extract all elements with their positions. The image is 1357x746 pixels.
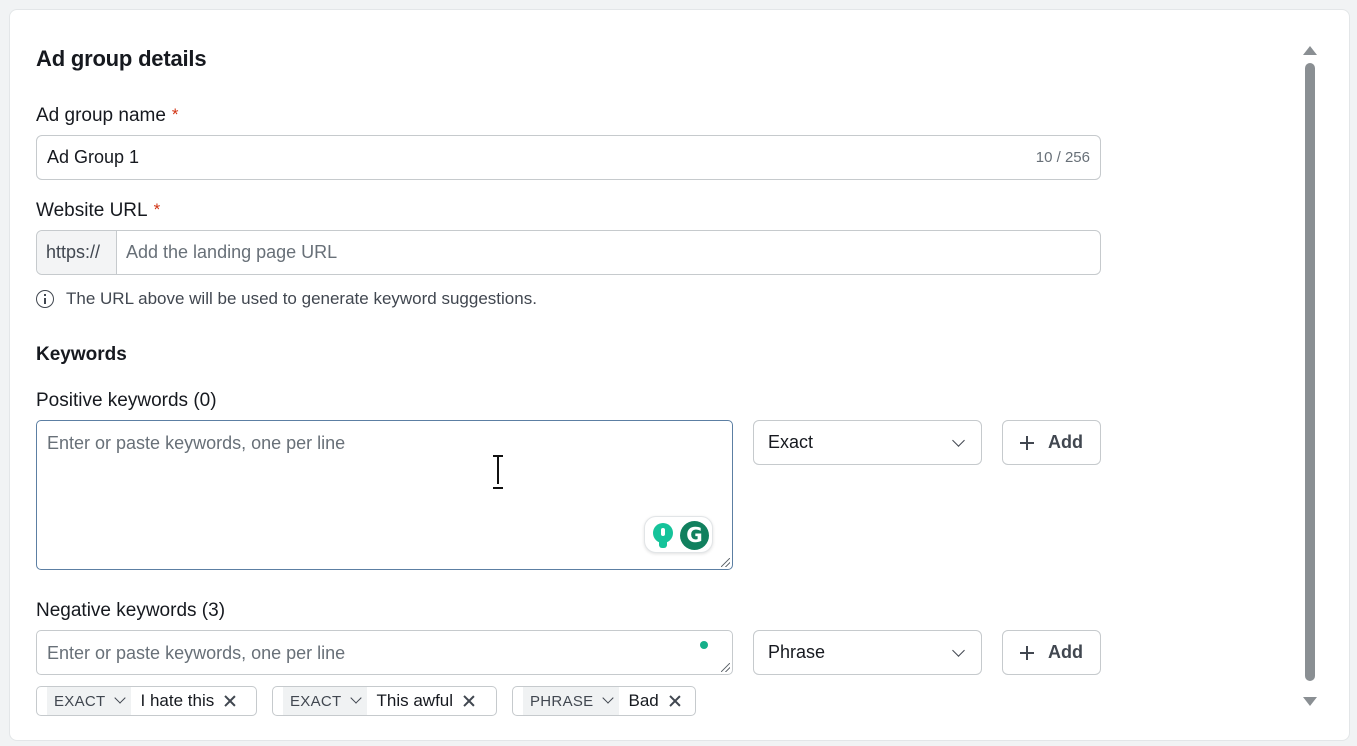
plus-icon	[1020, 435, 1034, 450]
positive-keywords-label: Positive keywords (0)	[36, 390, 217, 411]
resize-handle-icon[interactable]	[721, 558, 730, 567]
website-url-input[interactable]: https:// Add the landing page URL	[36, 230, 1101, 275]
positive-keywords-textarea[interactable]: Enter or paste keywords, one per line G	[36, 420, 733, 570]
grammarly-widget[interactable]: G	[644, 516, 713, 553]
tag-match-type-dropdown[interactable]: EXACT	[47, 687, 131, 715]
ad-group-details-card: Ad group details Ad group name * Ad Group…	[9, 9, 1350, 741]
ad-group-name-input[interactable]: Ad Group 1 10 / 256	[36, 135, 1101, 180]
grammarly-status-icon[interactable]	[700, 641, 708, 649]
required-marker: *	[153, 200, 161, 219]
url-hint: The URL above will be used to generate k…	[36, 288, 537, 310]
tag-keyword-text: Bad	[628, 691, 659, 710]
required-marker: *	[171, 105, 179, 124]
negative-keywords-label: Negative keywords (3)	[36, 600, 226, 621]
add-button-label: Add	[1048, 642, 1083, 662]
scroll-down-icon[interactable]	[1303, 697, 1317, 706]
plus-icon	[1020, 645, 1034, 660]
close-icon[interactable]	[669, 695, 681, 707]
positive-keywords-placeholder: Enter or paste keywords, one per line	[47, 433, 346, 453]
info-icon	[36, 290, 54, 308]
negative-match-type-value: Phrase	[768, 642, 826, 662]
positive-match-type-value: Exact	[768, 432, 814, 452]
scrollbar-thumb[interactable]	[1305, 63, 1315, 681]
resize-handle-icon[interactable]	[721, 663, 730, 672]
tag-keyword-text: I hate this	[140, 691, 215, 710]
scroll-up-icon[interactable]	[1303, 46, 1317, 55]
chevron-down-icon	[952, 644, 965, 657]
website-url-placeholder: Add the landing page URL	[126, 242, 338, 262]
negative-keyword-tag: PHRASE Bad	[512, 686, 696, 716]
negative-keyword-tag: EXACT This awful	[272, 686, 497, 716]
positive-match-type-select[interactable]: Exact	[753, 420, 982, 465]
grammarly-icon[interactable]: G	[680, 521, 709, 550]
url-hint-text: The URL above will be used to generate k…	[66, 289, 537, 308]
tag-keyword-text: This awful	[376, 691, 454, 710]
url-prefix: https://	[37, 231, 117, 274]
close-icon[interactable]	[224, 695, 236, 707]
chevron-down-icon	[952, 434, 965, 447]
ad-group-name-label-text: Ad group name	[36, 105, 166, 126]
lightbulb-icon[interactable]	[653, 523, 673, 549]
ad-group-name-label: Ad group name *	[36, 105, 179, 127]
vertical-scrollbar[interactable]	[1303, 44, 1317, 708]
add-negative-keywords-button[interactable]: Add	[1002, 630, 1101, 675]
ad-group-name-value: Ad Group 1	[47, 147, 140, 167]
form-content: Ad group details Ad group name * Ad Group…	[36, 10, 1116, 716]
negative-keywords-textarea[interactable]: Enter or paste keywords, one per line	[36, 630, 733, 675]
website-url-label: Website URL *	[36, 200, 160, 222]
negative-keyword-tag: EXACT I hate this	[36, 686, 257, 716]
add-positive-keywords-button[interactable]: Add	[1002, 420, 1101, 465]
add-button-label: Add	[1048, 432, 1083, 452]
chevron-down-icon	[113, 692, 126, 704]
chevron-down-icon	[601, 692, 614, 704]
tag-match-type-label: EXACT	[54, 692, 106, 710]
section-title: Ad group details	[36, 46, 207, 71]
keywords-heading: Keywords	[36, 344, 127, 365]
negative-keywords-placeholder: Enter or paste keywords, one per line	[47, 643, 346, 663]
tag-match-type-label: PHRASE	[530, 692, 594, 710]
tag-match-type-dropdown[interactable]: EXACT	[283, 687, 367, 715]
chevron-down-icon	[349, 692, 362, 704]
close-icon[interactable]	[463, 695, 475, 707]
tag-match-type-label: EXACT	[290, 692, 342, 710]
tag-match-type-dropdown[interactable]: PHRASE	[523, 687, 619, 715]
text-cursor-icon	[493, 455, 503, 489]
negative-match-type-select[interactable]: Phrase	[753, 630, 982, 675]
character-counter: 10 / 256	[1035, 149, 1090, 166]
website-url-label-text: Website URL	[36, 200, 148, 221]
